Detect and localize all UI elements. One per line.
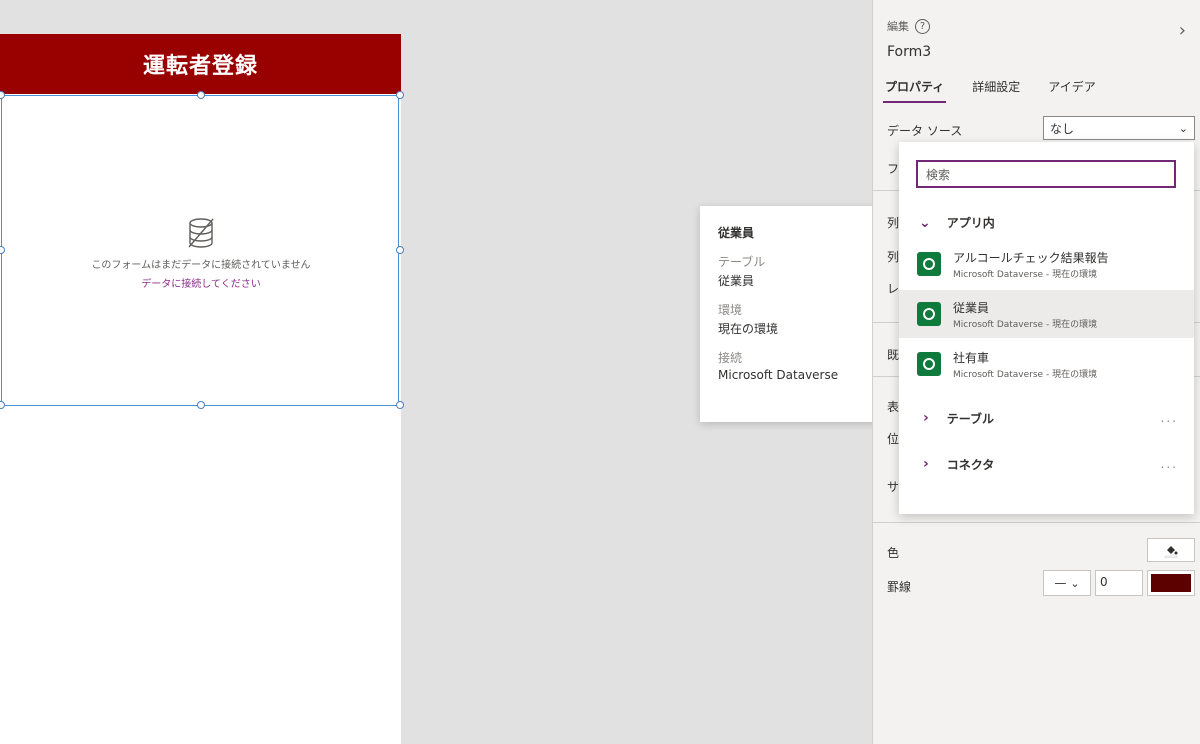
datasource-info-card: 従業員 テーブル 従業員 環境 現在の環境 接続 Microsoft Datav…	[700, 206, 884, 422]
tab-advanced[interactable]: 詳細設定	[970, 78, 1022, 103]
group-label: テーブル	[946, 411, 995, 426]
border-color-swatch	[1151, 574, 1191, 592]
resize-handle[interactable]	[0, 401, 5, 409]
datasource-select[interactable]: なし ⌄	[1043, 116, 1195, 140]
dataverse-icon	[917, 352, 941, 376]
datasource-item-name: アルコールチェック結果報告	[953, 250, 1109, 265]
panel-tabs: プロパティ 詳細設定 アイデア	[883, 78, 1098, 103]
datasource-value: なし	[1050, 121, 1075, 136]
resize-handle[interactable]	[197, 91, 205, 99]
border-style-select[interactable]: — ⌄	[1043, 570, 1091, 596]
group-label: コネクタ	[946, 457, 995, 472]
datasource-item-sub: Microsoft Dataverse - 現在の環境	[953, 319, 1098, 330]
border-color-button[interactable]	[1147, 570, 1195, 596]
datasource-dropdown: 検索 ⌄ アプリ内 アルコールチェック結果報告 Microsoft Datave…	[899, 142, 1194, 514]
divider	[873, 522, 1200, 523]
resize-handle[interactable]	[396, 91, 404, 99]
datasource-item[interactable]: 従業員 Microsoft Dataverse - 現在の環境	[899, 290, 1194, 338]
tab-ideas[interactable]: アイデア	[1046, 78, 1097, 103]
search-input[interactable]: 検索	[916, 160, 1176, 188]
collapse-chevron-icon[interactable]: ›	[1179, 20, 1186, 41]
datasource-item[interactable]: アルコールチェック結果報告 Microsoft Dataverse - 現在の環…	[899, 240, 1194, 288]
info-table-label: テーブル	[718, 255, 766, 269]
canvas-top-margin	[0, 0, 401, 34]
info-env-value: 現在の環境	[718, 322, 779, 336]
border-label: 罫線	[887, 580, 912, 594]
group-tables[interactable]: › テーブル ...	[899, 398, 1194, 438]
dataverse-icon	[917, 302, 941, 326]
more-options-icon[interactable]: ...	[1161, 457, 1178, 471]
datasource-item[interactable]: 社有車 Microsoft Dataverse - 現在の環境	[899, 340, 1194, 388]
paint-bucket-icon	[1164, 546, 1178, 558]
form-control[interactable]: このフォームはまだデータに接続されていません データに接続してください	[0, 91, 404, 409]
info-conn-label: 接続	[718, 351, 743, 365]
color-label: 色	[887, 546, 900, 560]
form-empty-message: このフォームはまだデータに接続されていません	[91, 260, 311, 271]
more-options-icon[interactable]: ...	[1161, 411, 1178, 425]
chevron-down-icon: ⌄	[1178, 121, 1188, 135]
info-title: 従業員	[718, 226, 755, 240]
header-bar[interactable]: 運転者登録	[0, 34, 401, 94]
panel-edit-header: 編集 ?	[887, 18, 930, 34]
info-env-label: 環境	[718, 303, 743, 317]
help-icon[interactable]: ?	[915, 18, 930, 34]
dataverse-icon	[917, 252, 941, 276]
chevron-down-icon: ⌄	[1070, 576, 1080, 590]
group-in-app[interactable]: ⌄ アプリ内	[919, 214, 995, 231]
chevron-right-icon: ›	[923, 456, 929, 472]
border-width-input[interactable]: 0	[1095, 570, 1143, 596]
header-title: 運転者登録	[142, 54, 258, 79]
line-style-icon: —	[1054, 576, 1067, 590]
tab-properties[interactable]: プロパティ	[883, 78, 947, 103]
datasource-item-name: 従業員	[953, 300, 990, 315]
group-label: アプリ内	[946, 216, 995, 230]
form-empty-state: このフォームはまだデータに接続されていません データに接続してください	[2, 216, 400, 290]
datasource-item-sub: Microsoft Dataverse - 現在の環境	[953, 369, 1098, 380]
datasource-item-sub: Microsoft Dataverse - 現在の環境	[953, 269, 1098, 280]
app-screen: 運転者登録 このフォームはまだデータに接続されていません データに接続してくださ…	[0, 0, 404, 744]
chevron-down-icon: ⌄	[919, 214, 931, 231]
selected-control-name: Form3	[887, 44, 932, 60]
connect-data-link[interactable]: データに接続してください	[2, 275, 400, 290]
fill-color-button[interactable]	[1147, 538, 1195, 562]
group-connectors[interactable]: › コネクタ ...	[899, 444, 1194, 484]
resize-handle[interactable]	[0, 91, 5, 99]
datasource-label: データ ソース	[887, 124, 963, 138]
database-off-icon	[188, 218, 214, 248]
resize-handle[interactable]	[197, 401, 205, 409]
info-table-value: 従業員	[718, 274, 755, 288]
datasource-item-name: 社有車	[953, 350, 990, 365]
edit-label: 編集	[887, 20, 909, 33]
info-conn-value: Microsoft Dataverse	[718, 368, 839, 382]
resize-handle[interactable]	[396, 401, 404, 409]
chevron-right-icon: ›	[923, 410, 929, 426]
